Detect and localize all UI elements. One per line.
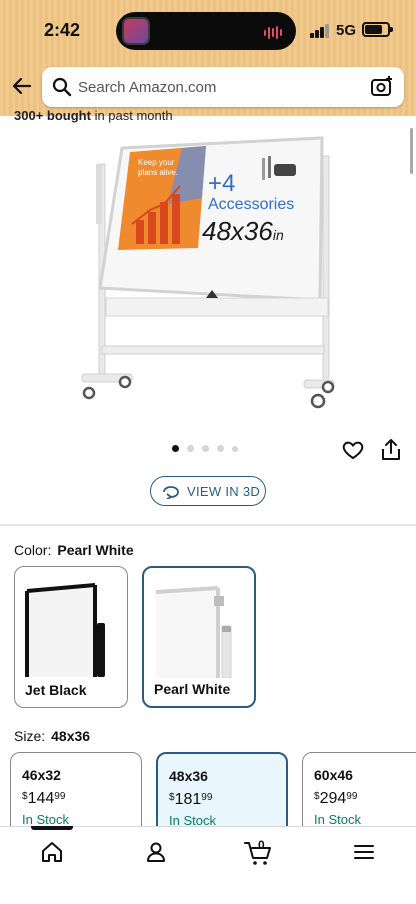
price-whole: 181: [174, 791, 202, 808]
carousel-dot[interactable]: [172, 445, 179, 452]
audio-wave-icon: [264, 24, 286, 40]
cart-count: 0: [258, 838, 265, 852]
size-option-name: 46x32: [22, 767, 61, 783]
price-symbol: $: [314, 791, 320, 802]
jet-black-label: Jet Black: [25, 682, 87, 698]
status-bar: 2:42 5G: [0, 0, 416, 62]
bought-count: 300+ bought: [14, 108, 91, 123]
tab-account[interactable]: [136, 838, 176, 870]
headline-size-value: 48x36: [202, 216, 273, 246]
account-icon: [147, 842, 165, 862]
pearl-white-thumbnail: [152, 578, 248, 679]
price-symbol: $: [169, 792, 175, 803]
poster-tagline: Keep your plans alive.: [138, 158, 179, 177]
carousel-dot[interactable]: [217, 445, 224, 452]
jet-black-thumbnail: [23, 577, 119, 677]
battery-icon: [362, 22, 393, 37]
menu-icon: [354, 845, 374, 859]
color-label: Color:: [14, 542, 52, 558]
bought-past-month: 300+ bought in past month: [14, 108, 173, 123]
headline-size: 48x36in: [202, 216, 284, 247]
price-whole: 294: [319, 790, 347, 807]
tab-home[interactable]: [32, 838, 72, 870]
size-selected-value: 48x36: [51, 728, 91, 744]
back-arrow-icon[interactable]: [10, 74, 34, 98]
tab-menu[interactable]: [344, 838, 384, 870]
status-time: 2:42: [44, 20, 81, 40]
dynamic-island: [116, 12, 296, 50]
tab-cart[interactable]: 0: [240, 838, 280, 870]
product-page: 2:42 5G Search Amazon.com 300+ bought in…: [0, 0, 416, 904]
price-whole: 144: [27, 790, 55, 807]
color-option-pearl-white[interactable]: Pearl White: [142, 566, 256, 708]
view-in-3d-label: VIEW IN 3D: [187, 484, 261, 499]
price-cents: 99: [346, 791, 358, 802]
camera-search-icon[interactable]: [370, 75, 394, 99]
headline-plus: +4: [208, 170, 236, 197]
color-heading: Color: Pearl White: [14, 542, 134, 558]
view-in-3d-button[interactable]: VIEW IN 3D: [150, 476, 266, 506]
price-cents: 99: [201, 792, 213, 803]
image-carousel-dots[interactable]: [172, 445, 244, 455]
size-option-price: $18199: [169, 791, 212, 809]
search-input[interactable]: Search Amazon.com: [78, 79, 216, 96]
carousel-dot[interactable]: [232, 445, 238, 452]
color-option-jet-black[interactable]: Jet Black: [14, 566, 128, 708]
price-cents: 99: [54, 791, 66, 802]
carousel-dot[interactable]: [202, 445, 209, 452]
size-option-price: $29499: [314, 790, 357, 808]
size-option-price: $14499: [22, 790, 65, 808]
price-symbol: $: [22, 791, 28, 802]
home-icon: [42, 842, 62, 862]
share-icon[interactable]: [380, 438, 402, 462]
active-tab-indicator: [31, 826, 73, 830]
search-icon: [52, 77, 72, 97]
headline-accessories: Accessories: [208, 196, 295, 213]
bought-suffix: in past month: [94, 108, 173, 123]
size-option-name: 60x46: [314, 767, 353, 783]
size-heading: Size: 48x36: [14, 728, 90, 744]
stock-status: In Stock: [314, 812, 361, 827]
search-bar[interactable]: Search Amazon.com: [42, 67, 404, 107]
headline-size-unit: in: [272, 227, 284, 243]
pearl-white-label: Pearl White: [154, 681, 231, 697]
size-option-name: 48x36: [169, 768, 208, 784]
color-selected-value: Pearl White: [57, 542, 134, 558]
stock-status: In Stock: [22, 812, 69, 827]
rotate-3d-icon: [161, 483, 181, 500]
carousel-dot[interactable]: [187, 445, 194, 452]
page-scrollbar[interactable]: [410, 128, 413, 174]
section-divider: [0, 524, 416, 526]
product-image[interactable]: Keep your plans alive. +4 Accessories 48…: [72, 128, 344, 418]
network-type: 5G: [336, 22, 357, 39]
signal-icon: [310, 24, 330, 38]
size-label: Size:: [14, 728, 46, 744]
heart-icon[interactable]: [341, 438, 365, 462]
now-playing-app-icon: [122, 17, 150, 45]
